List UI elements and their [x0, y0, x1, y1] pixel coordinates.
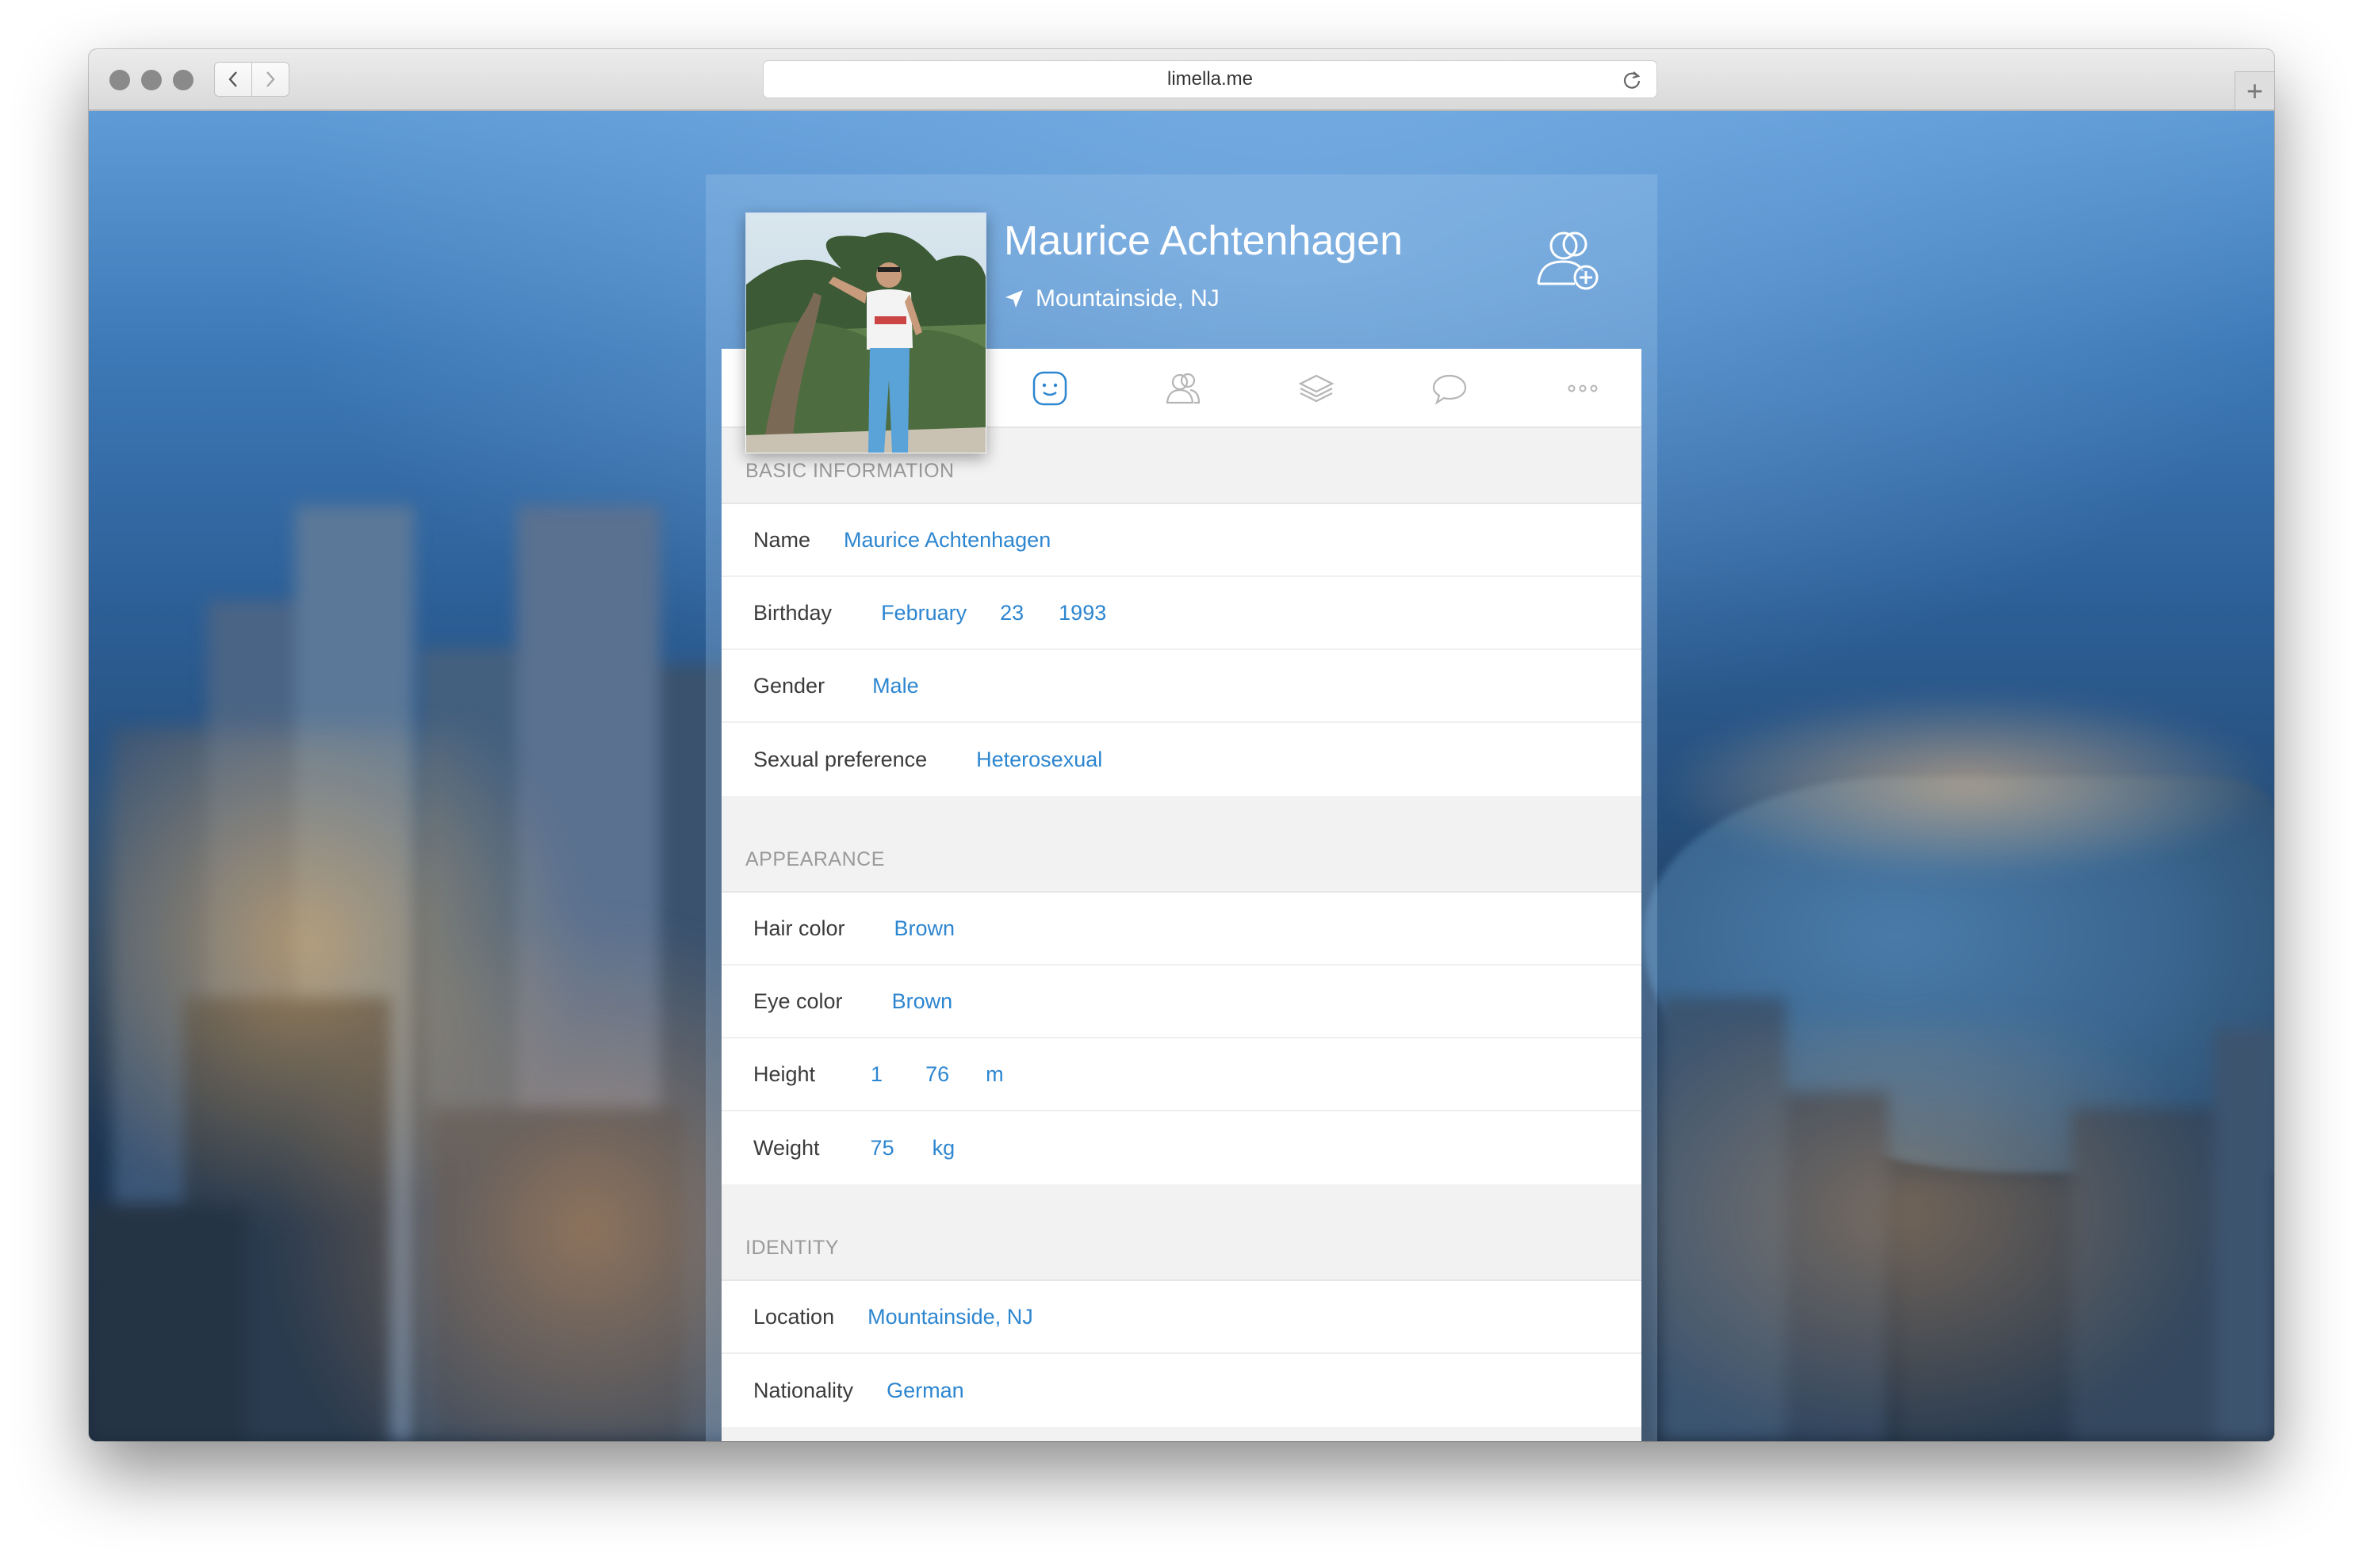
location-value[interactable]: Mountainside, NJ: [867, 1305, 1033, 1329]
location-arrow-icon: [1005, 290, 1023, 308]
speech-bubble-icon: [1432, 374, 1467, 405]
height-row: Height 1 76 m: [722, 1038, 1641, 1111]
address-bar[interactable]: limella.me: [763, 60, 1657, 98]
nationality-value[interactable]: German: [887, 1379, 964, 1403]
identity-list: Location Mountainside, NJ Nationality Ge…: [722, 1279, 1641, 1427]
avatar[interactable]: [745, 212, 986, 453]
location-row: Location Mountainside, NJ: [722, 1281, 1641, 1354]
height-centimeters-value[interactable]: 76: [925, 1062, 949, 1087]
chevron-right-icon: [266, 71, 275, 87]
tab-messages[interactable]: [1429, 368, 1470, 409]
weight-row: Weight 75 kg: [722, 1111, 1641, 1184]
birthday-month-select[interactable]: February: [881, 601, 967, 625]
zoom-window-button[interactable]: [173, 70, 193, 90]
name-label: Name: [753, 527, 811, 552]
gender-value[interactable]: Male: [872, 674, 919, 698]
forward-button[interactable]: [251, 62, 289, 97]
hair-color-value[interactable]: Brown: [894, 916, 956, 941]
back-button[interactable]: [214, 62, 252, 97]
eye-color-label: Eye color: [753, 989, 843, 1013]
height-meters-value[interactable]: 1: [871, 1062, 883, 1087]
basic-info-list: Name Maurice Achtenhagen Birthday Februa…: [722, 503, 1641, 796]
sexual-preference-value[interactable]: Heterosexual: [976, 748, 1102, 772]
browser-window: limella.me + Maurice Achtenhagen Mountai…: [89, 49, 2274, 1441]
location-label: Location: [753, 1304, 835, 1329]
birthday-label: Birthday: [753, 600, 833, 625]
more-dots-icon: [1568, 384, 1598, 392]
chevron-left-icon: [228, 71, 237, 87]
birthday-year-select[interactable]: 1993: [1059, 601, 1106, 625]
nationality-label: Nationality: [753, 1378, 854, 1402]
eye-color-row: Eye color Brown: [722, 966, 1641, 1038]
tab-layers[interactable]: [1296, 368, 1337, 409]
tab-friends[interactable]: [1162, 368, 1204, 409]
reload-icon[interactable]: [1622, 70, 1642, 90]
profile-location: Mountainside, NJ: [1004, 285, 1220, 312]
new-tab-button[interactable]: +: [2235, 71, 2274, 109]
url-text: limella.me: [1166, 68, 1254, 90]
minimize-window-button[interactable]: [141, 70, 162, 90]
name-row: Name Maurice Achtenhagen: [722, 504, 1641, 577]
people-icon: [1166, 373, 1201, 404]
close-window-button[interactable]: [109, 70, 130, 90]
browser-toolbar: limella.me +: [89, 49, 2274, 111]
weight-label: Weight: [753, 1135, 820, 1160]
profile-card: BASIC INFORMATION Name Maurice Achtenhag…: [722, 349, 1641, 1441]
height-label: Height: [753, 1061, 816, 1086]
tab-more[interactable]: [1562, 368, 1603, 409]
tab-about[interactable]: [1029, 368, 1070, 409]
sexual-preference-label: Sexual preference: [753, 747, 928, 771]
section-title-basic: BASIC INFORMATION: [745, 460, 955, 482]
gender-label: Gender: [753, 673, 825, 698]
birthday-row: Birthday February 23 1993: [722, 577, 1641, 650]
sexual-preference-row: Sexual preference Heterosexual: [722, 723, 1641, 796]
birthday-day-select[interactable]: 23: [1000, 601, 1024, 625]
layers-icon: [1298, 374, 1335, 403]
smiley-icon: [1032, 371, 1067, 406]
section-title-appearance: APPEARANCE: [745, 848, 885, 870]
gender-row: Gender Male: [722, 650, 1641, 723]
section-title-identity: IDENTITY: [745, 1237, 839, 1259]
weight-unit[interactable]: kg: [933, 1136, 956, 1161]
hair-color-row: Hair color Brown: [722, 893, 1641, 966]
profile-location-text: Mountainside, NJ: [1036, 285, 1220, 312]
weight-value[interactable]: 75: [871, 1136, 894, 1161]
add-friend-icon[interactable]: [1529, 225, 1605, 295]
hair-color-label: Hair color: [753, 916, 845, 940]
height-unit[interactable]: m: [986, 1062, 1004, 1087]
eye-color-value[interactable]: Brown: [892, 989, 953, 1014]
profile-photo: [746, 213, 986, 453]
appearance-list: Hair color Brown Eye color Brown Height …: [722, 891, 1641, 1184]
nationality-row: Nationality German: [722, 1354, 1641, 1427]
name-value[interactable]: Maurice Achtenhagen: [844, 528, 1051, 553]
profile-name: Maurice Achtenhagen: [1004, 218, 1404, 264]
